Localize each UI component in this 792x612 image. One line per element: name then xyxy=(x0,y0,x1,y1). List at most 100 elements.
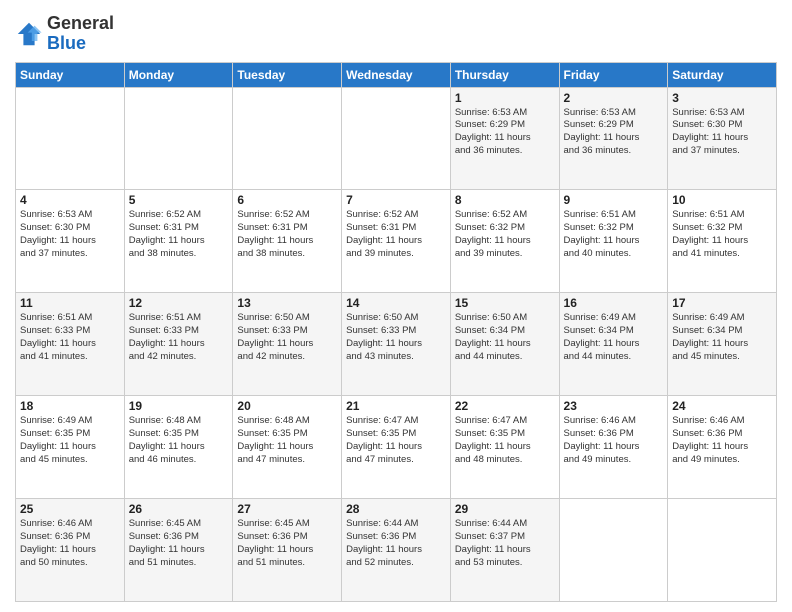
day-info: Sunrise: 6:52 AMSunset: 6:31 PMDaylight:… xyxy=(129,209,229,260)
day-info: Sunrise: 6:53 AMSunset: 6:30 PMDaylight:… xyxy=(672,107,772,158)
day-info: Sunrise: 6:47 AMSunset: 6:35 PMDaylight:… xyxy=(346,415,446,466)
calendar-cell: 13 Sunrise: 6:50 AMSunset: 6:33 PMDayligh… xyxy=(233,293,342,396)
calendar-cell: 19Sunrise: 6:48 AMSunset: 6:35 PMDayligh… xyxy=(124,396,233,499)
logo-text: General Blue xyxy=(47,14,114,54)
day-info: Sunrise: 6:46 AMSunset: 6:36 PMDaylight:… xyxy=(672,415,772,466)
calendar-cell: 3 Sunrise: 6:53 AMSunset: 6:30 PMDaylight… xyxy=(668,87,777,190)
calendar-cell: 6Sunrise: 6:52 AMSunset: 6:31 PMDaylight… xyxy=(233,190,342,293)
logo: General Blue xyxy=(15,14,114,54)
logo-icon xyxy=(15,20,43,48)
day-info: Sunrise: 6:47 AMSunset: 6:35 PMDaylight:… xyxy=(455,415,555,466)
calendar-cell: 28 Sunrise: 6:44 AMSunset: 6:36 PMDayligh… xyxy=(342,499,451,602)
day-info: Sunrise: 6:45 AMSunset: 6:36 PMDaylight:… xyxy=(237,518,337,569)
day-number: 22 xyxy=(455,399,555,413)
weekday-header-sunday: Sunday xyxy=(16,62,125,87)
day-number: 25 xyxy=(20,502,120,516)
calendar-cell: 8 Sunrise: 6:52 AMSunset: 6:32 PMDaylight… xyxy=(450,190,559,293)
day-info: Sunrise: 6:51 AMSunset: 6:33 PMDaylight:… xyxy=(129,312,229,363)
calendar-cell: 23 Sunrise: 6:46 AMSunset: 6:36 PMDayligh… xyxy=(559,396,668,499)
day-number: 17 xyxy=(672,296,772,310)
day-number: 29 xyxy=(455,502,555,516)
calendar-cell: 9Sunrise: 6:51 AMSunset: 6:32 PMDaylight… xyxy=(559,190,668,293)
calendar-cell: 10Sunrise: 6:51 AMSunset: 6:32 PMDayligh… xyxy=(668,190,777,293)
day-info: Sunrise: 6:49 AMSunset: 6:34 PMDaylight:… xyxy=(564,312,664,363)
day-number: 18 xyxy=(20,399,120,413)
calendar-cell: 15 Sunrise: 6:50 AMSunset: 6:34 PMDayligh… xyxy=(450,293,559,396)
calendar-cell: 27 Sunrise: 6:45 AMSunset: 6:36 PMDayligh… xyxy=(233,499,342,602)
day-info: Sunrise: 6:52 AMSunset: 6:31 PMDaylight:… xyxy=(346,209,446,260)
calendar-cell: 12 Sunrise: 6:51 AMSunset: 6:33 PMDayligh… xyxy=(124,293,233,396)
day-number: 12 xyxy=(129,296,229,310)
day-number: 4 xyxy=(20,193,120,207)
day-number: 15 xyxy=(455,296,555,310)
weekday-header-row: SundayMondayTuesdayWednesdayThursdayFrid… xyxy=(16,62,777,87)
calendar-cell: 21 Sunrise: 6:47 AMSunset: 6:35 PMDayligh… xyxy=(342,396,451,499)
day-number: 28 xyxy=(346,502,446,516)
day-number: 23 xyxy=(564,399,664,413)
day-number: 27 xyxy=(237,502,337,516)
calendar-cell: 26 Sunrise: 6:45 AMSunset: 6:36 PMDayligh… xyxy=(124,499,233,602)
day-info: Sunrise: 6:44 AMSunset: 6:37 PMDaylight:… xyxy=(455,518,555,569)
logo-general: General xyxy=(47,13,114,33)
calendar-cell xyxy=(124,87,233,190)
calendar-cell: 11 Sunrise: 6:51 AMSunset: 6:33 PMDayligh… xyxy=(16,293,125,396)
calendar-week-2: 4Sunrise: 6:53 AMSunset: 6:30 PMDaylight… xyxy=(16,190,777,293)
day-info: Sunrise: 6:51 AMSunset: 6:33 PMDaylight:… xyxy=(20,312,120,363)
day-number: 8 xyxy=(455,193,555,207)
day-info: Sunrise: 6:50 AMSunset: 6:33 PMDaylight:… xyxy=(237,312,337,363)
calendar-week-1: 1 Sunrise: 6:53 AMSunset: 6:29 PMDaylight… xyxy=(16,87,777,190)
calendar-week-3: 11 Sunrise: 6:51 AMSunset: 6:33 PMDayligh… xyxy=(16,293,777,396)
calendar-week-4: 18Sunrise: 6:49 AMSunset: 6:35 PMDayligh… xyxy=(16,396,777,499)
day-number: 26 xyxy=(129,502,229,516)
day-number: 5 xyxy=(129,193,229,207)
calendar-cell: 25 Sunrise: 6:46 AMSunset: 6:36 PMDayligh… xyxy=(16,499,125,602)
day-number: 14 xyxy=(346,296,446,310)
calendar-cell xyxy=(342,87,451,190)
day-number: 1 xyxy=(455,91,555,105)
calendar-cell: 5 Sunrise: 6:52 AMSunset: 6:31 PMDaylight… xyxy=(124,190,233,293)
day-info: Sunrise: 6:50 AMSunset: 6:34 PMDaylight:… xyxy=(455,312,555,363)
day-number: 20 xyxy=(237,399,337,413)
day-number: 3 xyxy=(672,91,772,105)
day-info: Sunrise: 6:53 AMSunset: 6:29 PMDaylight:… xyxy=(455,107,555,158)
logo-blue: Blue xyxy=(47,33,86,53)
calendar-cell: 17 Sunrise: 6:49 AMSunset: 6:34 PMDayligh… xyxy=(668,293,777,396)
day-number: 11 xyxy=(20,296,120,310)
day-info: Sunrise: 6:46 AMSunset: 6:36 PMDaylight:… xyxy=(20,518,120,569)
calendar-cell: 1 Sunrise: 6:53 AMSunset: 6:29 PMDaylight… xyxy=(450,87,559,190)
calendar-cell: 4Sunrise: 6:53 AMSunset: 6:30 PMDaylight… xyxy=(16,190,125,293)
calendar-table: SundayMondayTuesdayWednesdayThursdayFrid… xyxy=(15,62,777,602)
day-number: 19 xyxy=(129,399,229,413)
calendar-cell xyxy=(668,499,777,602)
day-number: 21 xyxy=(346,399,446,413)
day-info: Sunrise: 6:49 AMSunset: 6:34 PMDaylight:… xyxy=(672,312,772,363)
calendar-cell: 2 Sunrise: 6:53 AMSunset: 6:29 PMDaylight… xyxy=(559,87,668,190)
day-info: Sunrise: 6:46 AMSunset: 6:36 PMDaylight:… xyxy=(564,415,664,466)
weekday-header-monday: Monday xyxy=(124,62,233,87)
day-info: Sunrise: 6:52 AMSunset: 6:32 PMDaylight:… xyxy=(455,209,555,260)
calendar-cell: 24 Sunrise: 6:46 AMSunset: 6:36 PMDayligh… xyxy=(668,396,777,499)
day-info: Sunrise: 6:44 AMSunset: 6:36 PMDaylight:… xyxy=(346,518,446,569)
day-number: 7 xyxy=(346,193,446,207)
calendar-cell: 7 Sunrise: 6:52 AMSunset: 6:31 PMDaylight… xyxy=(342,190,451,293)
calendar-cell: 29 Sunrise: 6:44 AMSunset: 6:37 PMDayligh… xyxy=(450,499,559,602)
calendar-week-5: 25 Sunrise: 6:46 AMSunset: 6:36 PMDayligh… xyxy=(16,499,777,602)
day-number: 24 xyxy=(672,399,772,413)
calendar-cell xyxy=(233,87,342,190)
day-info: Sunrise: 6:53 AMSunset: 6:29 PMDaylight:… xyxy=(564,107,664,158)
calendar-cell: 18Sunrise: 6:49 AMSunset: 6:35 PMDayligh… xyxy=(16,396,125,499)
page: General Blue SundayMondayTuesdayWednesda… xyxy=(0,0,792,612)
day-number: 10 xyxy=(672,193,772,207)
weekday-header-friday: Friday xyxy=(559,62,668,87)
weekday-header-wednesday: Wednesday xyxy=(342,62,451,87)
day-number: 9 xyxy=(564,193,664,207)
weekday-header-saturday: Saturday xyxy=(668,62,777,87)
header: General Blue xyxy=(15,10,777,54)
calendar-cell xyxy=(16,87,125,190)
day-info: Sunrise: 6:48 AMSunset: 6:35 PMDaylight:… xyxy=(237,415,337,466)
day-number: 6 xyxy=(237,193,337,207)
day-number: 13 xyxy=(237,296,337,310)
day-number: 2 xyxy=(564,91,664,105)
calendar-cell: 22 Sunrise: 6:47 AMSunset: 6:35 PMDayligh… xyxy=(450,396,559,499)
day-info: Sunrise: 6:45 AMSunset: 6:36 PMDaylight:… xyxy=(129,518,229,569)
